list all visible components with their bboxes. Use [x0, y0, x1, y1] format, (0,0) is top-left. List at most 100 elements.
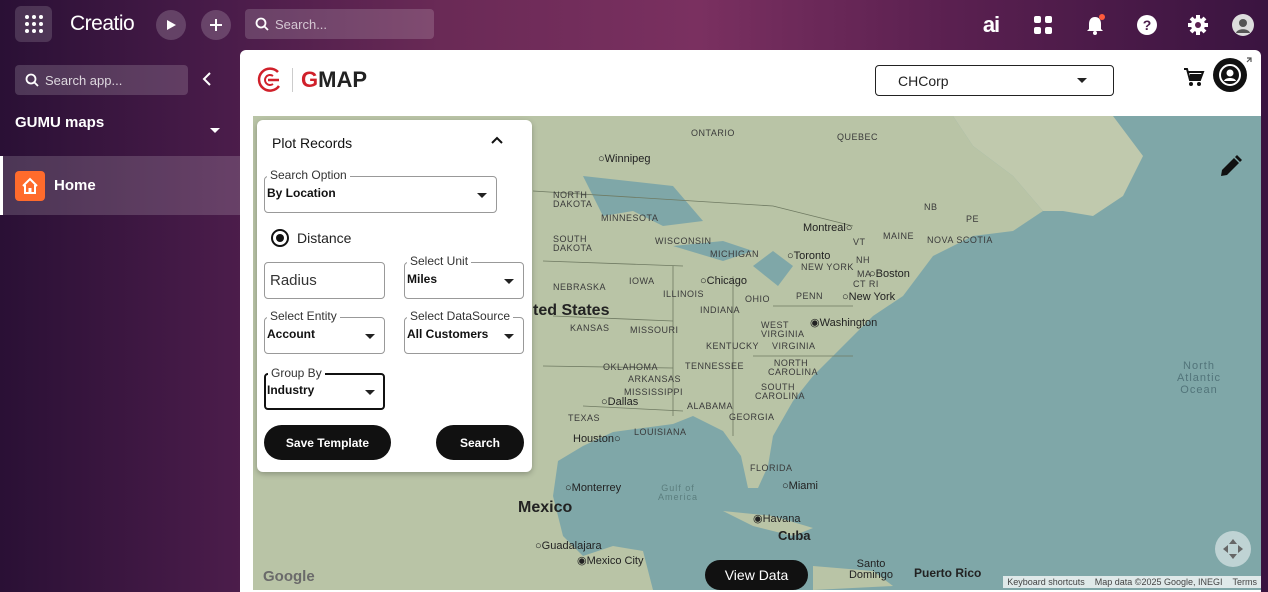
- map-city: ◉Havana: [753, 513, 801, 525]
- map-country-label: ted States: [533, 302, 610, 319]
- org-select[interactable]: CHCorp: [875, 65, 1114, 96]
- map-attribution: Keyboard shortcuts Map data ©2025 Google…: [1003, 576, 1261, 588]
- map-city: ○Miami: [782, 480, 818, 492]
- map-label: KENTUCKY: [706, 341, 760, 351]
- map-ocean-label: Gulf of America: [657, 483, 698, 502]
- field-label: Group By: [268, 366, 325, 380]
- map-label: MINNESOTA: [601, 213, 659, 223]
- top-bar: Creatio Search... ai ?: [0, 0, 1268, 50]
- chevron-up-icon[interactable]: [490, 133, 504, 152]
- map-city: Santo Domingo: [848, 558, 894, 581]
- play-icon[interactable]: [156, 10, 186, 40]
- map-city: Montreal○: [803, 222, 853, 234]
- map-label: LOUISIANA: [634, 427, 687, 437]
- map-label: IOWA: [629, 276, 655, 286]
- map-city: ○Guadalajara: [535, 540, 602, 552]
- radius-input[interactable]: Radius: [264, 262, 385, 299]
- brand-logo: Creatio: [70, 12, 135, 35]
- app-search-placeholder: Search app...: [45, 72, 123, 88]
- map-label: NEBRASKA: [553, 282, 607, 292]
- map-label: NB: [924, 202, 938, 212]
- search-icon: [255, 17, 269, 31]
- field-label: Search Option: [267, 168, 350, 182]
- map-label: MICHIGAN: [710, 249, 759, 259]
- map-country-label: Mexico: [518, 499, 573, 516]
- field-value: Account: [267, 327, 315, 341]
- panel-title: Plot Records: [272, 135, 353, 151]
- main-content: GMAP CHCorp ONTARIO QUEBEC NORTH DAKOTA …: [240, 50, 1261, 592]
- entity-select[interactable]: Select Entity Account: [264, 309, 385, 354]
- map-label: OKLAHOMA: [603, 362, 659, 372]
- global-search-input[interactable]: Search...: [245, 9, 434, 39]
- group-by-select[interactable]: Group By Industry: [264, 366, 385, 410]
- cart-icon[interactable]: [1183, 66, 1205, 93]
- field-value: All Customers: [407, 327, 489, 341]
- map-label: NORTH DAKOTA: [553, 190, 593, 209]
- search-icon: [25, 73, 39, 87]
- app-search-input[interactable]: Search app...: [15, 65, 188, 95]
- chevron-down-icon: [365, 390, 375, 395]
- map-city: ○Chicago: [700, 275, 748, 287]
- app-grid-icon[interactable]: [15, 6, 52, 42]
- chevron-down-icon: [504, 279, 514, 284]
- field-value: By Location: [267, 186, 336, 200]
- map-label: CT RI: [853, 279, 879, 289]
- map-label: PENN: [796, 291, 824, 301]
- map-city: ○Dallas: [601, 396, 639, 408]
- gmap-logo: GMAP: [254, 66, 367, 94]
- map-canvas[interactable]: ONTARIO QUEBEC NORTH DAKOTA MINNESOTA SO…: [253, 116, 1261, 590]
- add-icon[interactable]: [201, 10, 231, 40]
- keyboard-shortcuts-link[interactable]: Keyboard shortcuts: [1007, 577, 1085, 587]
- section-gumu-maps[interactable]: GUMU maps: [15, 114, 220, 137]
- gmap-logo-icon: [257, 67, 281, 92]
- help-icon[interactable]: ?: [1134, 12, 1160, 38]
- distance-label: Distance: [297, 230, 352, 246]
- map-label: VT: [853, 237, 866, 247]
- terms-link[interactable]: Terms: [1233, 577, 1258, 587]
- svg-text:?: ?: [1143, 17, 1152, 33]
- map-ocean-label: North Atlantic Ocean: [1176, 360, 1222, 396]
- map-label: NH: [856, 255, 870, 265]
- google-logo: Google: [263, 568, 315, 585]
- map-label: TENNESSEE: [685, 361, 745, 371]
- sidebar: Search app... GUMU maps Home: [0, 50, 240, 592]
- map-label: TEXAS: [568, 413, 601, 423]
- chevron-down-icon: [210, 120, 220, 137]
- home-icon: [15, 170, 45, 201]
- search-button[interactable]: Search: [436, 425, 524, 460]
- map-data-credit: Map data ©2025 Google, INEGI: [1094, 577, 1223, 587]
- save-template-button[interactable]: Save Template: [264, 425, 391, 460]
- map-city: ○Toronto: [787, 250, 831, 262]
- search-option-select[interactable]: Search Option By Location: [264, 168, 497, 213]
- sidebar-item-home[interactable]: Home: [0, 156, 240, 215]
- expand-icon[interactable]: [1242, 54, 1252, 72]
- map-pan-control-icon[interactable]: [1215, 531, 1251, 567]
- edit-pencil-icon[interactable]: [1217, 154, 1243, 185]
- datasource-select[interactable]: Select DataSource All Customers: [404, 309, 524, 354]
- map-label: MAINE: [883, 231, 915, 241]
- map-label: QUEBEC: [837, 132, 879, 142]
- user-avatar[interactable]: [1230, 12, 1256, 38]
- field-label: Select Entity: [267, 309, 340, 323]
- field-value: Miles: [407, 272, 438, 286]
- distance-radio[interactable]: Distance: [271, 229, 351, 247]
- apps-icon[interactable]: [1030, 12, 1056, 38]
- map-label: VIRGINIA: [772, 341, 816, 351]
- map-label: ALABAMA: [687, 401, 734, 411]
- map-label: OHIO: [745, 294, 771, 304]
- field-label: Select DataSource: [407, 309, 514, 323]
- ai-icon[interactable]: ai: [978, 12, 1004, 38]
- unit-select[interactable]: Select Unit Miles: [404, 254, 524, 299]
- bell-icon[interactable]: [1082, 12, 1108, 38]
- map-city: ◉Washington: [810, 317, 878, 329]
- map-label: NORTH CAROLINA: [768, 358, 819, 377]
- map-label: FLORIDA: [750, 463, 793, 473]
- gmap-logo-text: GMAP: [301, 67, 368, 92]
- collapse-sidebar-icon[interactable]: [201, 70, 213, 93]
- org-select-value: CHCorp: [898, 72, 949, 89]
- gear-icon[interactable]: [1185, 12, 1211, 38]
- view-data-button[interactable]: View Data: [705, 560, 808, 590]
- map-city: ◉Mexico City: [577, 555, 644, 567]
- map-label: PE: [966, 214, 980, 224]
- map-label: WISCONSIN: [655, 236, 712, 246]
